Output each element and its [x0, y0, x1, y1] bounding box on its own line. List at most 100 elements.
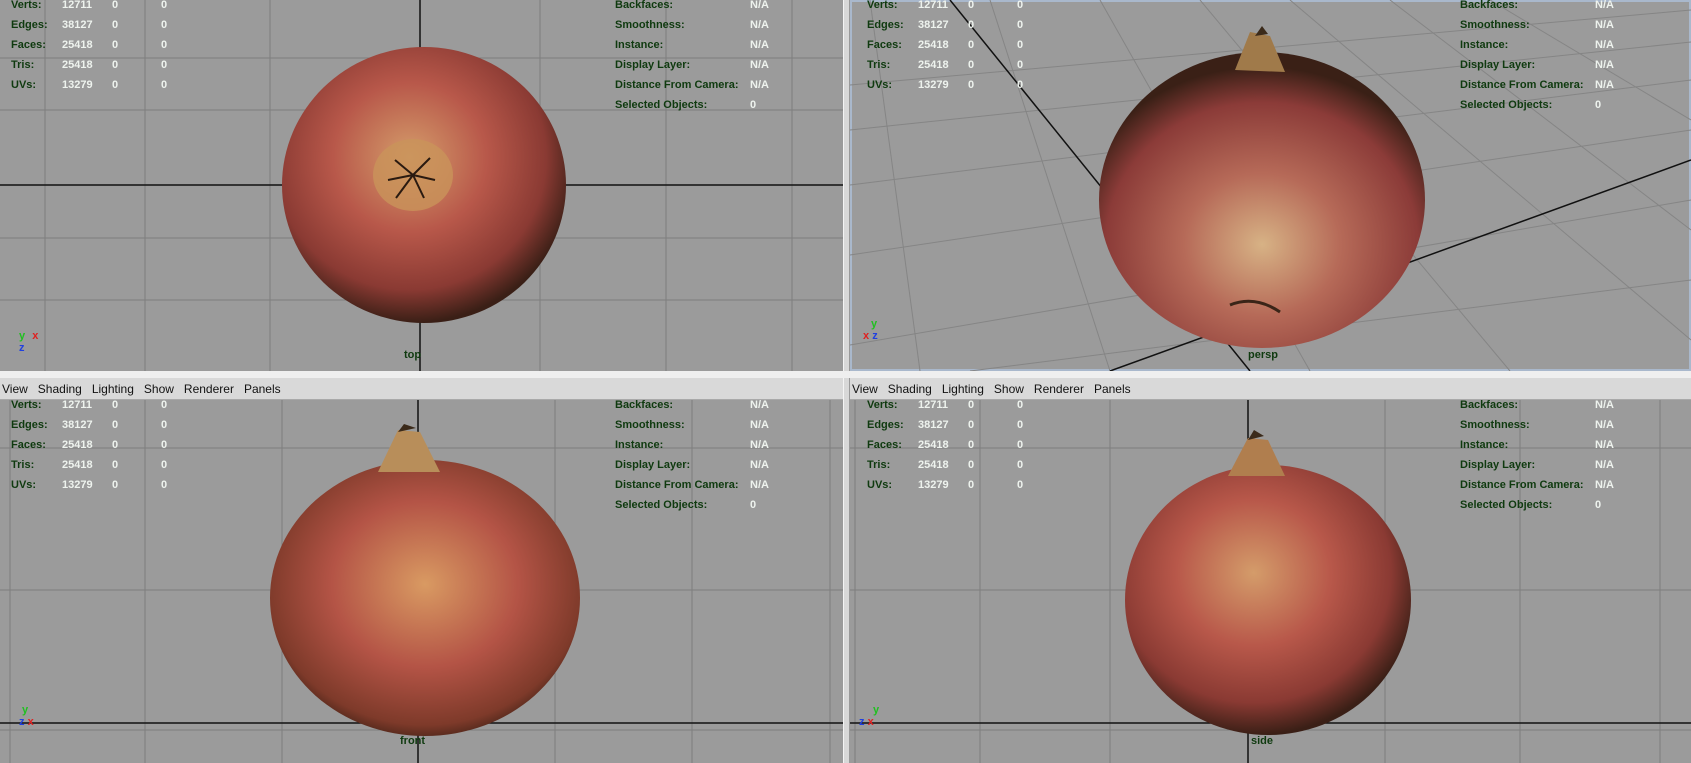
stat-value: 0	[112, 399, 119, 411]
stat-value: 25418	[918, 59, 949, 71]
stat-value: 25418	[62, 59, 93, 71]
stat-value: 13279	[918, 479, 949, 491]
axis-gizmo-icon: y x z	[863, 318, 878, 342]
stat-value: 12711	[918, 399, 948, 411]
menu-renderer[interactable]: Renderer	[184, 382, 234, 396]
menu-lighting[interactable]: Lighting	[942, 382, 984, 396]
stat-label: Smoothness:	[615, 419, 685, 431]
menu-panels[interactable]: Panels	[244, 382, 281, 396]
stat-value: 0	[968, 0, 975, 11]
stat-value: 38127	[62, 419, 93, 431]
stat-value: N/A	[1595, 39, 1614, 51]
stat-label: Display Layer:	[615, 59, 691, 71]
stat-value: 0	[1595, 499, 1602, 511]
stat-value: 0	[161, 419, 168, 431]
menu-lighting[interactable]: Lighting	[92, 382, 134, 396]
stat-label: Smoothness:	[1460, 419, 1530, 431]
stat-value: 0	[161, 0, 168, 11]
stat-label: Instance:	[615, 39, 664, 51]
stats-left-side: Verts: 12711 0 0 Edges: 38127 0 0 Faces: 25418 0…	[867, 395, 1037, 505]
menu-view[interactable]: View	[852, 382, 878, 396]
stat-label: Verts:	[11, 399, 42, 411]
stat-value: N/A	[1595, 0, 1614, 11]
stat-value: N/A	[750, 59, 769, 71]
pane-splitter-horizontal[interactable]	[0, 371, 1691, 378]
stat-label: Backfaces:	[615, 0, 674, 11]
stat-label: Backfaces:	[615, 399, 674, 411]
viewport-persp-pane: Verts: 12711 0 0 Edges: 38127 0 0 Faces: 25418 0…	[850, 0, 1691, 371]
stat-value: 0	[161, 59, 168, 71]
stats-left-front: Verts: 12711 0 0 Edges: 38127 0 0 Faces: 25418 0…	[11, 395, 181, 505]
viewport-top-pane: Verts: 12711 0 0 Edges: 38127 0 0 Faces: 25418 0…	[0, 0, 843, 371]
menu-renderer[interactable]: Renderer	[1034, 382, 1084, 396]
stat-label: UVs:	[11, 79, 37, 91]
stat-value: 0	[968, 439, 975, 451]
stat-value: N/A	[750, 39, 769, 51]
stat-value: 0	[112, 79, 119, 91]
viewport-side[interactable]: Verts: 12711 0 0 Edges: 38127 0 0 Faces: 25418 0…	[850, 399, 1691, 763]
stat-value: 12711	[62, 399, 92, 411]
stat-value: N/A	[750, 439, 769, 451]
stat-label: Display Layer:	[615, 459, 691, 471]
stat-value: 0	[968, 419, 975, 431]
stat-label: UVs:	[867, 79, 893, 91]
stat-value: 13279	[918, 79, 949, 91]
axis-gizmo-icon: y z x	[19, 704, 34, 728]
stat-value: 0	[968, 59, 975, 71]
stat-value: 0	[1595, 99, 1602, 111]
stat-label: Edges:	[11, 19, 48, 31]
viewport-front-pane: View Shading Lighting Show Renderer Pane…	[0, 378, 843, 763]
stat-label: Tris:	[867, 59, 891, 71]
stat-label: Verts:	[11, 0, 42, 11]
viewport-front[interactable]: Verts: 12711 0 0 Edges: 38127 0 0 Faces: 25418 0…	[0, 399, 843, 763]
stat-value: 0	[1017, 459, 1024, 471]
stat-value: 13279	[62, 79, 93, 91]
stat-value: 0	[968, 479, 975, 491]
stat-label: Distance From Camera:	[615, 479, 739, 491]
stat-value: 0	[1017, 0, 1024, 11]
stat-value: 0	[112, 0, 119, 11]
menu-shading[interactable]: Shading	[888, 382, 932, 396]
stat-value: 0	[750, 499, 757, 511]
stat-label: Edges:	[11, 419, 48, 431]
viewport-persp[interactable]: Verts: 12711 0 0 Edges: 38127 0 0 Faces: 25418 0…	[850, 0, 1691, 371]
menu-show[interactable]: Show	[994, 382, 1024, 396]
stat-value: N/A	[1595, 459, 1614, 471]
menu-view[interactable]: View	[2, 382, 28, 396]
stat-label: UVs:	[867, 479, 893, 491]
stat-label: Faces:	[867, 439, 902, 451]
axis-gizmo-icon: y x z	[19, 330, 39, 354]
stat-value: N/A	[1595, 59, 1614, 71]
viewport-top[interactable]: Verts: 12711 0 0 Edges: 38127 0 0 Faces: 25418 0…	[0, 0, 843, 371]
stat-label: Tris:	[11, 459, 35, 471]
stat-label: Instance:	[615, 439, 664, 451]
stat-value: 0	[1017, 419, 1024, 431]
stat-label: Faces:	[11, 39, 46, 51]
stat-value: 0	[112, 39, 119, 51]
stat-value: 0	[161, 19, 168, 31]
menu-shading[interactable]: Shading	[38, 382, 82, 396]
stat-value: N/A	[750, 399, 769, 411]
stat-value: 25418	[62, 439, 93, 451]
stat-label: Selected Objects:	[615, 499, 708, 511]
stat-value: 25418	[918, 439, 949, 451]
stat-label: Selected Objects:	[1460, 99, 1553, 111]
stat-value: 12711	[918, 0, 948, 11]
stat-label: Distance From Camera:	[1460, 479, 1584, 491]
stat-value: 0	[750, 99, 757, 111]
menu-show[interactable]: Show	[144, 382, 174, 396]
stat-label: Instance:	[1460, 439, 1509, 451]
stat-label: Backfaces:	[1460, 399, 1519, 411]
stat-value: 0	[1017, 479, 1024, 491]
stats-left-persp: Verts: 12711 0 0 Edges: 38127 0 0 Faces: 25418 0…	[867, 0, 1037, 105]
stat-value: 0	[161, 479, 168, 491]
stat-label: Backfaces:	[1460, 0, 1519, 11]
stat-label: Display Layer:	[1460, 459, 1536, 471]
stat-value: N/A	[750, 0, 769, 11]
camera-label: persp	[1248, 349, 1278, 361]
camera-label: front	[400, 735, 426, 747]
viewport-side-pane: View Shading Lighting Show Renderer Pane…	[850, 378, 1691, 763]
pane-splitter-vertical[interactable]	[843, 0, 850, 763]
stats-left-top: Verts: 12711 0 0 Edges: 38127 0 0 Faces: 25418 0…	[11, 0, 181, 105]
menu-panels[interactable]: Panels	[1094, 382, 1131, 396]
